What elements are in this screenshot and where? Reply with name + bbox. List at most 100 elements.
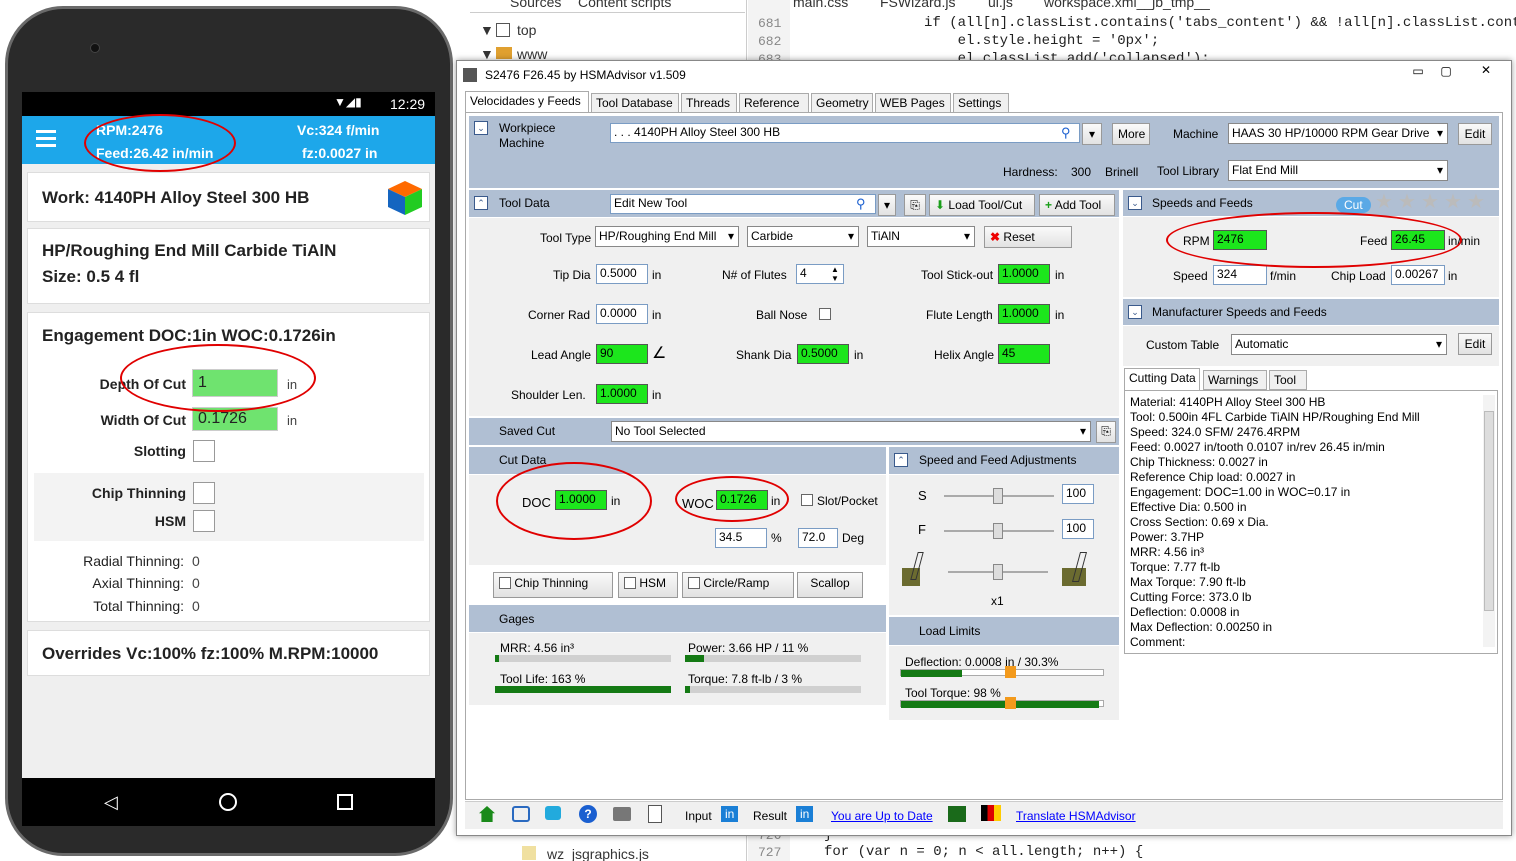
tab-tool[interactable]: Tool <box>1269 370 1307 390</box>
stack-icon[interactable] <box>948 806 966 822</box>
maximize-icon[interactable]: ▢ <box>1433 64 1459 80</box>
ball-nose-checkbox[interactable] <box>819 308 831 320</box>
hsm-checkbox[interactable] <box>193 510 215 532</box>
custom-table-select[interactable]: Automatic <box>1231 334 1447 355</box>
cutting-data-text[interactable]: Material: 4140PH Alloy Steel 300 HB Tool:… <box>1124 390 1498 654</box>
tab-threads[interactable]: Threads <box>681 93 737 113</box>
chip-thinning-checkbox[interactable] <box>193 482 215 504</box>
result-units-badge[interactable]: in <box>796 806 814 822</box>
circle-ramp-button[interactable]: Circle/Ramp <box>682 572 794 598</box>
more-button[interactable]: More <box>1112 123 1150 145</box>
tab-tool-database[interactable]: Tool Database <box>591 93 679 113</box>
collapse-icon[interactable]: ⌃ <box>474 196 488 210</box>
saved-cut-icon[interactable]: ⎘ <box>1096 421 1116 443</box>
tab-settings[interactable]: Settings <box>953 93 1009 113</box>
devtools-file-tab[interactable]: FSWizard.js <box>880 0 955 10</box>
tree-item-top[interactable]: top <box>517 22 536 38</box>
tip-dia-input[interactable]: 0.5000 <box>596 264 648 284</box>
star-icon[interactable]: ★ <box>1467 189 1485 214</box>
translate-link[interactable]: Translate HSMAdvisor <box>1016 809 1136 823</box>
spinner-icon[interactable]: ▲ ▼ <box>831 265 839 283</box>
shoulder-input[interactable]: 1.0000 <box>596 384 648 404</box>
collapse-icon[interactable]: ⌄ <box>474 121 488 135</box>
s-slider-handle[interactable] <box>993 488 1003 504</box>
tool-dropdown-icon[interactable]: ▾ <box>878 194 896 216</box>
print-icon[interactable] <box>613 807 631 821</box>
collapse-icon[interactable]: ⌄ <box>1128 196 1142 210</box>
devtools-tab-content-scripts[interactable]: Content scripts <box>578 0 671 10</box>
tab-reference[interactable]: Reference <box>739 93 809 113</box>
chip-load-output[interactable]: 0.00267 <box>1391 265 1445 285</box>
saved-cut-select[interactable]: No Tool Selected <box>611 421 1091 442</box>
tool-card[interactable]: HP/Roughing End Mill Carbide TiAlN Size:… <box>27 228 430 304</box>
close-icon[interactable]: ✕ <box>1471 63 1501 79</box>
input-units-badge[interactable]: in <box>721 806 739 822</box>
devtools-file-tab[interactable]: workspace.xml__jb_tmp__ <box>1044 0 1210 10</box>
flute-length-input[interactable]: 1.0000 <box>998 304 1050 324</box>
devtools-tab-sources[interactable]: Sources <box>510 0 561 10</box>
menu-icon[interactable] <box>36 130 56 148</box>
chip-thinning-checkbox[interactable] <box>499 577 511 589</box>
corner-rad-input[interactable]: 0.0000 <box>596 304 648 324</box>
s-input[interactable]: 100 <box>1062 484 1094 504</box>
lead-angle-input[interactable]: 90 <box>596 344 648 364</box>
f-input[interactable]: 100 <box>1062 519 1094 539</box>
coating-select[interactable]: TiAlN <box>867 226 975 247</box>
star-icon[interactable]: ★ <box>1398 189 1416 214</box>
tab-geometry[interactable]: Geometry <box>811 93 873 113</box>
slot-pocket-checkbox[interactable] <box>801 494 813 506</box>
tree-item-file[interactable]: wz_jsgraphics.js <box>547 846 649 861</box>
shank-dia-input[interactable]: 0.5000 <box>797 344 849 364</box>
notes-icon[interactable] <box>648 805 662 823</box>
scrollbar[interactable] <box>1483 395 1495 647</box>
back-icon[interactable]: ◁ <box>104 792 118 813</box>
search-icon[interactable]: ⚲ <box>1061 125 1071 141</box>
cut-badge[interactable]: Cut <box>1336 197 1371 213</box>
tab-warnings[interactable]: Warnings <box>1203 370 1267 390</box>
update-link[interactable]: You are Up to Date <box>831 809 933 823</box>
aggressiveness-handle[interactable] <box>993 564 1003 580</box>
overrides-card[interactable]: Overrides Vc:100% fz:100% M.RPM:10000 <box>27 630 430 676</box>
star-icon[interactable]: ★ <box>1421 189 1439 214</box>
add-tool-button[interactable]: + Add Tool <box>1039 194 1115 216</box>
circle-ramp-checkbox[interactable] <box>688 577 700 589</box>
tool-type-select[interactable]: HP/Roughing End Mill <box>595 226 739 247</box>
chip-thinning-button[interactable]: Chip Thinning <box>493 572 613 598</box>
star-icon[interactable]: ★ <box>1444 189 1462 214</box>
tool-library-select[interactable]: Flat End Mill <box>1228 160 1448 181</box>
helix-angle-input[interactable]: 45 <box>998 344 1050 364</box>
tab-cutting-data[interactable]: Cutting Data <box>1124 368 1200 390</box>
star-icon[interactable]: ★ <box>1375 189 1393 214</box>
tab-web-pages[interactable]: WEB Pages <box>875 93 951 113</box>
devtools-file-tab[interactable]: main.css <box>793 0 848 10</box>
slotting-checkbox[interactable] <box>193 440 215 462</box>
work-card[interactable]: Work: 4140PH Alloy Steel 300 HB <box>27 172 430 222</box>
devtools-file-tab[interactable]: ui.js <box>988 0 1013 10</box>
machine-edit-button[interactable]: Edit <box>1458 123 1492 145</box>
collapse-icon[interactable]: ⌄ <box>1128 305 1142 319</box>
home-icon[interactable] <box>219 793 237 811</box>
tab-speeds-feeds[interactable]: Velocidades y Feeds <box>465 91 589 113</box>
tool-copy-icon[interactable]: ⎘ <box>904 194 926 216</box>
minimize-icon[interactable]: ▭ <box>1405 64 1431 80</box>
load-tool-button[interactable]: ⬇ Load Tool/Cut <box>929 194 1035 216</box>
flag-icon[interactable] <box>981 805 1001 821</box>
hsm-button[interactable]: HSM <box>618 572 678 598</box>
collapse-icon[interactable]: ⌃ <box>894 453 908 467</box>
f-slider-handle[interactable] <box>993 523 1003 539</box>
machine-select[interactable]: HAAS 30 HP/10000 RPM Gear Drive <box>1228 123 1448 144</box>
tool-name-field[interactable]: Edit New Tool <box>610 194 876 214</box>
recents-icon[interactable] <box>337 794 353 810</box>
speed-output[interactable]: 324 <box>1213 265 1267 285</box>
engagement-angle-input[interactable]: 72.0 <box>798 528 838 548</box>
search-icon[interactable]: ⚲ <box>856 196 866 212</box>
material-field[interactable]: . . . 4140PH Alloy Steel 300 HB <box>610 123 1080 143</box>
forum-icon[interactable] <box>512 806 530 822</box>
scallop-button[interactable]: Scallop <box>797 572 863 598</box>
tool-material-select[interactable]: Carbide <box>747 226 859 247</box>
reset-button[interactable]: ✖ Reset <box>984 226 1072 248</box>
custom-table-edit-button[interactable]: Edit <box>1458 333 1492 355</box>
chat-icon[interactable] <box>545 806 561 820</box>
woc-percent-input[interactable]: 34.5 <box>715 528 767 548</box>
help-icon[interactable]: ? <box>579 805 597 823</box>
